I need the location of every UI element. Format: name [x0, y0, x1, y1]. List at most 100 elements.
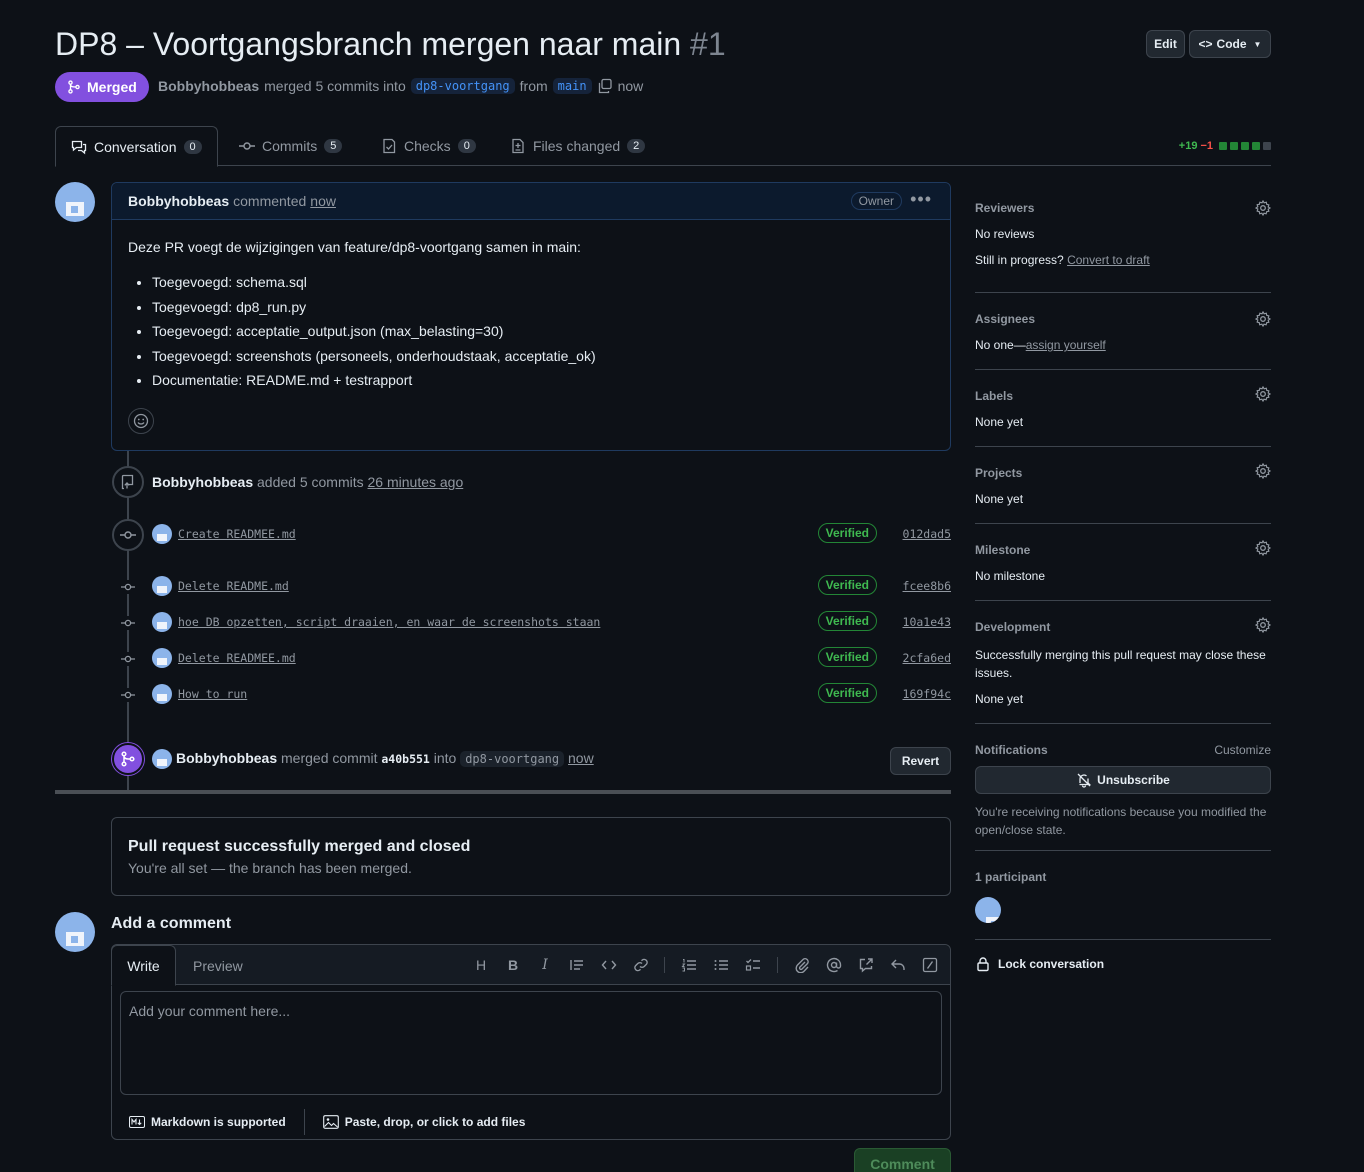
event-author-link[interactable]: Bobbyhobbeas	[176, 750, 277, 766]
unordered-list-icon[interactable]	[711, 955, 731, 975]
assignees-heading[interactable]: Assignees	[975, 312, 1035, 326]
commit-message-link[interactable]: hoe DB opzetten, script draaien, en waar…	[178, 615, 600, 629]
participants-heading: 1 participant	[975, 870, 1047, 884]
branch-link[interactable]: dp8-voortgang	[460, 751, 565, 767]
merge-status-title: Pull request successfully merged and clo…	[128, 838, 471, 855]
avatar[interactable]	[55, 912, 95, 952]
revert-button[interactable]: Revert	[890, 747, 951, 775]
commit-sha-link[interactable]: fcee8b6	[903, 579, 951, 593]
event-time-link[interactable]: 26 minutes ago	[368, 474, 464, 490]
event-text: merged commit	[281, 750, 378, 766]
avatar[interactable]	[55, 182, 95, 222]
sidebar-projects: Projects None yet	[975, 463, 1271, 524]
commit-message-link[interactable]: Delete README.md	[178, 579, 289, 593]
heading-icon[interactable]: H	[471, 955, 491, 975]
development-heading[interactable]: Development	[975, 620, 1050, 634]
head-branch-link[interactable]: main	[552, 78, 592, 94]
avatar[interactable]	[152, 576, 172, 596]
reviewers-heading[interactable]: Reviewers	[975, 201, 1034, 215]
link-icon[interactable]	[631, 955, 651, 975]
commit-message-link[interactable]: Create READMEE.md	[178, 527, 296, 541]
gear-icon[interactable]	[1255, 617, 1271, 633]
ordered-list-icon[interactable]	[679, 955, 699, 975]
mention-icon[interactable]	[824, 955, 844, 975]
avatar[interactable]	[152, 648, 172, 668]
attach-files-button[interactable]: Paste, drop, or click to add files	[345, 1115, 526, 1129]
gear-icon[interactable]	[1255, 200, 1271, 216]
code-button[interactable]: <> Code ▼	[1189, 30, 1271, 58]
tab-commits[interactable]: Commits 5	[239, 126, 343, 166]
gear-icon[interactable]	[1255, 540, 1271, 556]
commit-icon	[121, 580, 135, 594]
convert-to-draft-link[interactable]: Convert to draft	[1067, 253, 1150, 267]
pr-tabs: Conversation 0 Commits 5 Checks 0 Files …	[55, 126, 1271, 167]
gear-icon[interactable]	[1255, 311, 1271, 327]
event-time-link[interactable]: now	[568, 750, 594, 766]
event-author-link[interactable]: Bobbyhobbeas	[152, 474, 253, 490]
milestone-heading[interactable]: Milestone	[975, 543, 1030, 557]
comment-action: commented	[233, 193, 307, 209]
gear-icon[interactable]	[1255, 386, 1271, 402]
avatar[interactable]	[152, 684, 172, 704]
verified-badge[interactable]: Verified	[817, 683, 877, 703]
commit-sha-link[interactable]: 169f94c	[903, 687, 951, 701]
task-list-icon[interactable]	[743, 955, 763, 975]
commit-sha-link[interactable]: 012dad5	[903, 527, 951, 541]
tab-checks[interactable]: Checks 0	[381, 126, 476, 166]
commit-message-link[interactable]: How to run	[178, 687, 247, 701]
edit-button[interactable]: Edit	[1146, 30, 1185, 58]
comment-textarea[interactable]	[120, 991, 942, 1095]
reply-icon[interactable]	[888, 955, 908, 975]
cross-reference-icon[interactable]	[856, 955, 876, 975]
repo-push-badge	[112, 466, 144, 498]
markdown-icon	[129, 1116, 145, 1128]
code-icon[interactable]	[599, 955, 619, 975]
page-title: DP8 – Voortgangsbranch mergen naar main …	[55, 26, 726, 63]
commit-sha-link[interactable]: 2cfa6ed	[903, 651, 951, 665]
paperclip-icon[interactable]	[792, 955, 812, 975]
toolbar-divider	[777, 957, 778, 973]
customize-link[interactable]: Customize	[1214, 743, 1271, 757]
slash-commands-icon[interactable]	[920, 955, 940, 975]
tab-preview[interactable]: Preview	[193, 945, 243, 986]
tab-conversation[interactable]: Conversation 0	[55, 126, 218, 167]
comment-author-link[interactable]: Bobbyhobbeas	[128, 193, 229, 209]
labels-heading[interactable]: Labels	[975, 389, 1013, 403]
commit-sha-link[interactable]: 10a1e43	[903, 615, 951, 629]
avatar[interactable]	[152, 749, 172, 769]
markdown-supported-link[interactable]: Markdown is supported	[151, 1115, 286, 1129]
comment-time-link[interactable]: now	[310, 193, 336, 209]
tab-files-changed[interactable]: Files changed 2	[510, 126, 646, 166]
comment-submit-button[interactable]: Comment	[854, 1148, 951, 1172]
pr-author-link[interactable]: Bobbyhobbeas	[158, 78, 259, 94]
avatar[interactable]	[152, 524, 172, 544]
bold-icon[interactable]: B	[503, 955, 523, 975]
tab-conversation-count: 0	[183, 139, 202, 154]
quote-icon[interactable]	[567, 955, 587, 975]
add-reaction-button[interactable]	[128, 408, 154, 434]
verified-badge[interactable]: Verified	[817, 647, 877, 667]
assign-yourself-link[interactable]: assign yourself	[1026, 338, 1106, 352]
lock-conversation-button[interactable]: Lock conversation	[975, 956, 1104, 972]
tab-write[interactable]: Write	[111, 945, 176, 986]
verified-badge[interactable]: Verified	[817, 611, 877, 631]
commit-row: Create READMEE.md Verified 012dad5	[111, 523, 951, 547]
verified-badge[interactable]: Verified	[817, 575, 877, 595]
participant-avatar[interactable]	[975, 897, 1001, 923]
footer-divider	[303, 1109, 305, 1135]
base-branch-link[interactable]: dp8-voortgang	[410, 78, 515, 94]
comment-submit-label: Comment	[870, 1156, 935, 1172]
merge-commit-sha-link[interactable]: a40b551	[381, 752, 429, 766]
projects-heading[interactable]: Projects	[975, 466, 1022, 480]
copy-icon[interactable]	[597, 78, 613, 94]
gear-icon[interactable]	[1255, 463, 1271, 479]
avatar[interactable]	[152, 612, 172, 632]
commit-message-link[interactable]: Delete READMEE.md	[178, 651, 296, 665]
verified-badge[interactable]: Verified	[817, 523, 877, 543]
pr-meta: Bobbyhobbeas merged 5 commits into dp8-v…	[158, 78, 643, 94]
unsubscribe-button[interactable]: Unsubscribe	[975, 766, 1271, 794]
kebab-icon[interactable]: •••	[910, 189, 932, 210]
italic-icon[interactable]: I	[535, 955, 555, 975]
toolbar-divider	[664, 957, 665, 973]
tab-commits-count: 5	[324, 139, 343, 153]
